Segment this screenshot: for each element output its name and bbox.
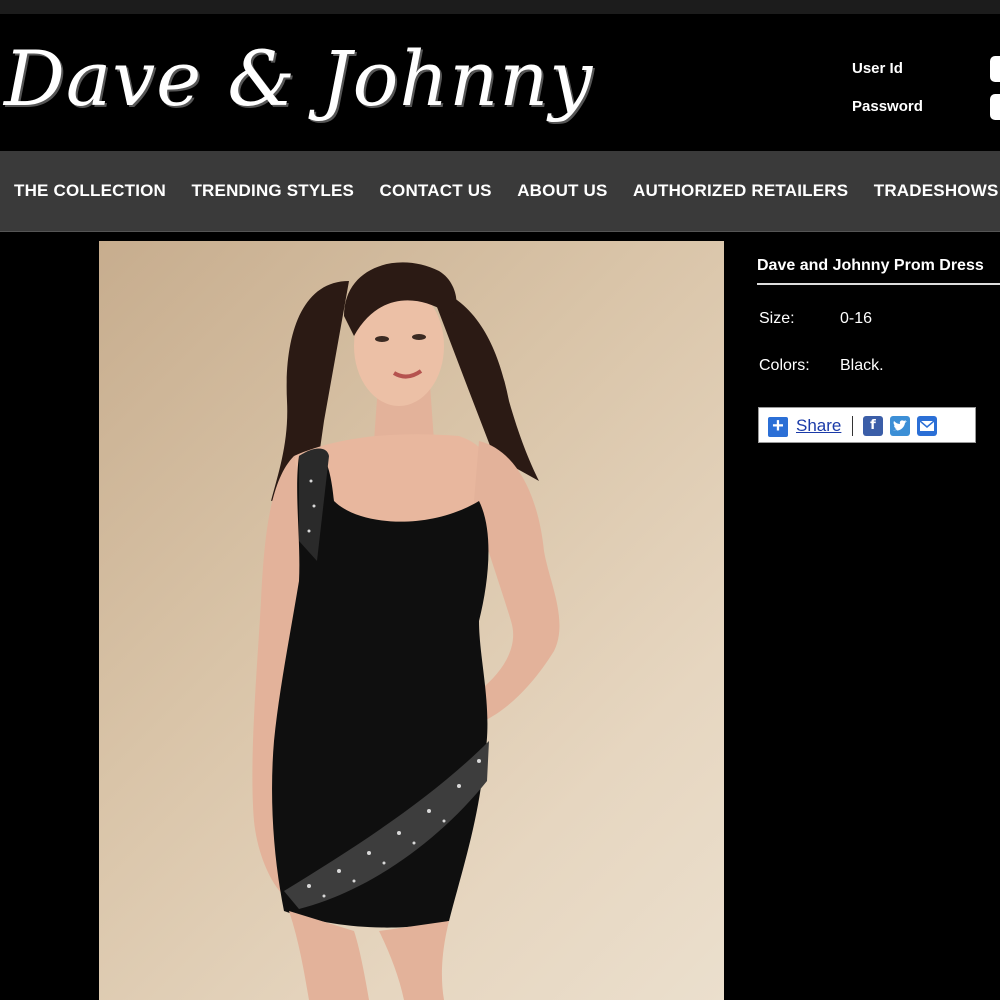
user-id-row: User Id — [852, 56, 1000, 96]
nav-item-tradeshows[interactable]: TRADESHOWS — [874, 181, 999, 201]
share-divider — [852, 416, 853, 436]
password-input[interactable] — [990, 94, 1000, 120]
email-icon[interactable] — [917, 416, 937, 436]
nav-item-the-collection[interactable]: THE COLLECTION — [14, 181, 166, 201]
user-id-input[interactable] — [990, 56, 1000, 82]
main-nav: THE COLLECTION TRENDING STYLES CONTACT U… — [0, 151, 1000, 232]
colors-value: Black. — [840, 357, 884, 374]
user-id-label: User Id — [852, 60, 903, 77]
nav-item-contact-us[interactable]: CONTACT US — [380, 181, 492, 201]
facebook-icon[interactable]: f — [863, 416, 883, 436]
site-header: Dave & Johnny User Id Password — [0, 14, 1000, 151]
password-label: Password — [852, 98, 923, 115]
password-row: Password — [852, 94, 1000, 134]
share-link[interactable]: Share — [796, 416, 841, 436]
add-share-icon[interactable]: + — [768, 416, 788, 437]
size-value: 0-16 — [840, 310, 873, 327]
brand-logo[interactable]: Dave & Johnny — [4, 34, 593, 123]
twitter-icon[interactable] — [890, 416, 910, 436]
nav-item-authorized-retailers[interactable]: AUTHORIZED RETAILERS — [633, 181, 848, 201]
colors-row: Colors: Black. — [757, 357, 1000, 404]
top-strip — [0, 0, 1000, 14]
colors-label: Colors: — [759, 357, 810, 374]
product-photo[interactable] — [99, 241, 724, 1000]
model-illustration — [252, 262, 560, 1000]
login-form: User Id Password — [852, 56, 1000, 134]
size-label: Size: — [759, 310, 795, 327]
product-title: Dave and Johnny Prom Dress — [757, 241, 1000, 285]
share-widget: + Share f — [758, 407, 976, 443]
nav-item-about-us[interactable]: ABOUT US — [517, 181, 607, 201]
product-details: Dave and Johnny Prom Dress Size: 0-16 Co… — [757, 241, 1000, 443]
nav-item-trending-styles[interactable]: TRENDING STYLES — [191, 181, 354, 201]
size-row: Size: 0-16 — [757, 310, 1000, 357]
